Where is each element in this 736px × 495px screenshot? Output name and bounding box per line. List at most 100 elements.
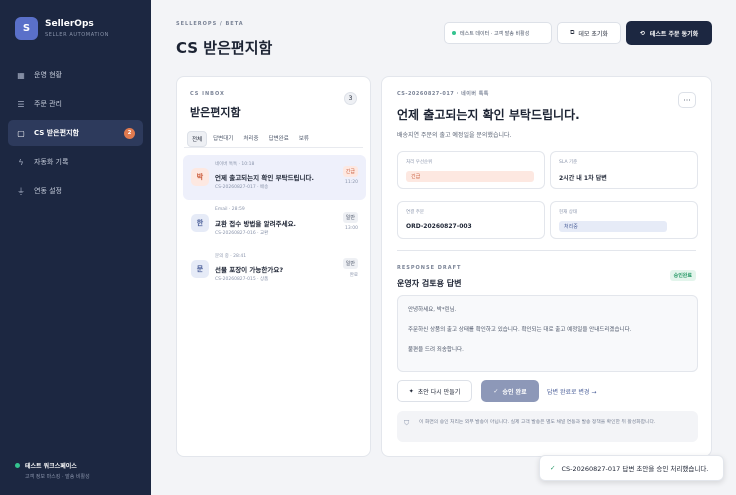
mark-answered-link[interactable]: 답변 완료로 변경 → [547,387,596,396]
info-sla: SLA 기준 2시간 내 1차 답변 [550,151,698,189]
chat-icon: ▢ [17,128,25,138]
sidebar-item-label: 연동 설정 [34,187,62,195]
sidebar: S SellerOps SELLER AUTOMATION ▦ 운영 현황 ☰ … [0,0,151,495]
plug-icon: ⏚ [17,186,25,196]
message-id: CS-20260827-016 · 교환 [215,231,269,236]
avatar: 박 [191,168,209,186]
message-time: 완료 [349,273,358,278]
reset-icon: ⧉ [570,29,575,36]
priority-badge: 일반 [342,212,358,223]
tab-all[interactable]: 전체 [187,131,208,147]
app-name: SellerOps [45,19,94,29]
info-label: SLA 기준 [559,160,578,165]
test-mode-badge: 테스트 데이터 · 고객 발송 비활성 [444,22,552,44]
message-time: 13:00 [345,226,358,231]
message-subject: 선물 포장이 가능한가요? [215,266,284,274]
reset-label: 데모 초기화 [578,30,608,38]
list-icon: ☰ [17,99,25,109]
workspace-title: 테스트 워크스페이스 [25,463,77,470]
ticket-title: 언제 출고되는지 확인 부탁드립니다. [397,108,580,122]
draft-body[interactable]: 안녕하세요, 박*린님. 주문하신 상품의 출고 상태를 확인하고 있습니다. … [397,295,698,372]
ticket-description: 배송지연 주문의 출고 예정일을 문의했습니다. [397,132,512,139]
test-mode-label: 테스트 데이터 · 고객 발송 비활성 [460,30,530,37]
app-logo: S [15,17,38,40]
message-id: CS-20260827-017 · 배송 [215,185,269,190]
status-dot [15,463,20,468]
message-subject: 교환 접수 방법을 알려주세요. [215,220,297,228]
approve-button[interactable]: ✓ 승인 완료 [481,380,539,402]
sync-label: 테스트 주문 동기화 [649,30,699,38]
inbox-count-badge: 3 [344,92,357,105]
shield-icon: ⛉ [404,419,410,427]
sync-icon: ⟲ [639,29,645,37]
ellipsis-icon: ··· [683,95,691,105]
sidebar-item-automation[interactable]: ϟ 자동화 기록 [8,149,143,175]
breadcrumb: SELLEROPS / BETA [176,21,244,27]
page-title: CS 받은편지함 [176,39,273,57]
info-value: 2시간 내 1차 답변 [559,175,607,182]
info-status: 현재 상태 처리중 [550,201,698,239]
toast: ✓ CS-20260827-017 답변 초안을 승인 처리했습니다. [539,455,724,481]
brand[interactable]: S SellerOps SELLER AUTOMATION [15,17,109,40]
sync-orders-button[interactable]: ⟲ 테스트 주문 동기화 [626,21,712,45]
message-meta: 네이버 톡톡 · 10:18 [215,162,255,167]
sidebar-item-label: CS 받은편지함 [34,129,79,137]
notice-box: ⛉ 이 화면의 승인 처리는 외부 발송이 아닙니다. 실제 고객 발송은 별도… [397,411,698,442]
regenerate-draft-button[interactable]: ✦ 초안 다시 만들기 [397,380,472,402]
bolt-icon: ϟ [18,157,24,167]
status-badge: 승인완료 [669,270,696,281]
reset-demo-button[interactable]: ⧉ 데모 초기화 [557,22,621,44]
list-item[interactable]: 박 네이버 톡톡 · 10:18 언제 출고되는지 확인 부탁드립니다. CS-… [183,155,366,200]
priority-badge: 일반 [342,258,358,269]
info-value[interactable]: ORD-20260827-003 [406,223,472,230]
check-icon: ✓ [493,387,499,395]
message-id: CS-20260827-015 · 상품 [215,277,269,282]
draft-title: 운영자 검토용 답변 [397,279,462,288]
check-icon: ✓ [550,464,556,472]
list-item[interactable]: 문 문의 중 · 28:41 선물 포장이 가능한가요? CS-20260827… [183,247,366,292]
divider [397,250,696,251]
inbox-panel: CS INBOX 받은편지함 3 전체 답변대기 처리중 답변완료 보류 박 네… [176,76,371,457]
priority-pill: 긴급 [406,171,534,182]
info-label: 현재 상태 [559,210,577,215]
sidebar-item-cs-inbox[interactable]: ▢ CS 받은편지함 2 [8,120,143,146]
avatar: 문 [191,260,209,278]
sparkle-icon: ✦ [408,387,414,395]
info-order: 연결 주문 ORD-20260827-003 [397,201,545,239]
filter-tabs: 전체 답변대기 처리중 답변완료 보류 [187,131,315,147]
info-priority: 처리 우선순위 긴급 [397,151,545,189]
message-subject: 언제 출고되는지 확인 부탁드립니다. [215,174,314,182]
sidebar-item-integrations[interactable]: ⏚ 연동 설정 [8,178,143,204]
info-label: 처리 우선순위 [406,160,433,165]
sidebar-item-label: 주문 관리 [34,100,62,108]
inbox-label: CS INBOX [190,91,225,97]
draft-line: 주문하신 상품의 출고 상태를 확인하고 있습니다. 확인되는 대로 출고 예정… [408,327,632,333]
draft-line: 안녕하세요, 박*린님. [408,307,457,313]
sidebar-item-orders[interactable]: ☰ 주문 관리 [8,91,143,117]
regenerate-label: 초안 다시 만들기 [417,388,461,396]
tab-in-progress[interactable]: 처리중 [239,131,262,147]
sidebar-item-label: 자동화 기록 [34,158,69,166]
sidebar-item-label: 운영 현황 [34,71,62,79]
inbox-title: 받은편지함 [190,106,241,119]
message-meta: 문의 중 · 28:41 [215,254,247,259]
grid-icon: ▦ [17,70,25,80]
status-pill: 처리중 [559,221,667,232]
app-subtitle: SELLER AUTOMATION [45,32,109,38]
sidebar-item-dashboard[interactable]: ▦ 운영 현황 [8,62,143,88]
sidebar-nav: ▦ 운영 현황 ☰ 주문 관리 ▢ CS 받은편지함 2 ϟ 자동화 기록 ⏚ … [8,62,143,207]
draft-line: 불편을 드려 죄송합니다. [408,347,464,353]
notice-text: 이 화면의 승인 처리는 외부 발송이 아닙니다. 실제 고객 발송은 별도 채… [419,420,656,425]
workspace-info[interactable]: 테스트 워크스페이스 고객 정보 마스킹 · 발송 비활성 [15,461,90,480]
approve-label: 승인 완료 [502,388,527,396]
message-meta: Email · 28:59 [215,207,245,212]
info-label: 연결 주문 [406,210,424,215]
tab-pending[interactable]: 답변대기 [209,131,237,147]
sidebar-item-badge: 2 [124,127,135,139]
avatar: 한 [191,214,209,232]
tab-answered[interactable]: 답변완료 [265,131,293,147]
more-options-button[interactable]: ··· [678,92,696,108]
tab-hold[interactable]: 보류 [295,131,313,147]
list-item[interactable]: 한 Email · 28:59 교환 접수 방법을 알려주세요. CS-2026… [183,201,366,246]
message-time: 11:20 [345,180,358,185]
